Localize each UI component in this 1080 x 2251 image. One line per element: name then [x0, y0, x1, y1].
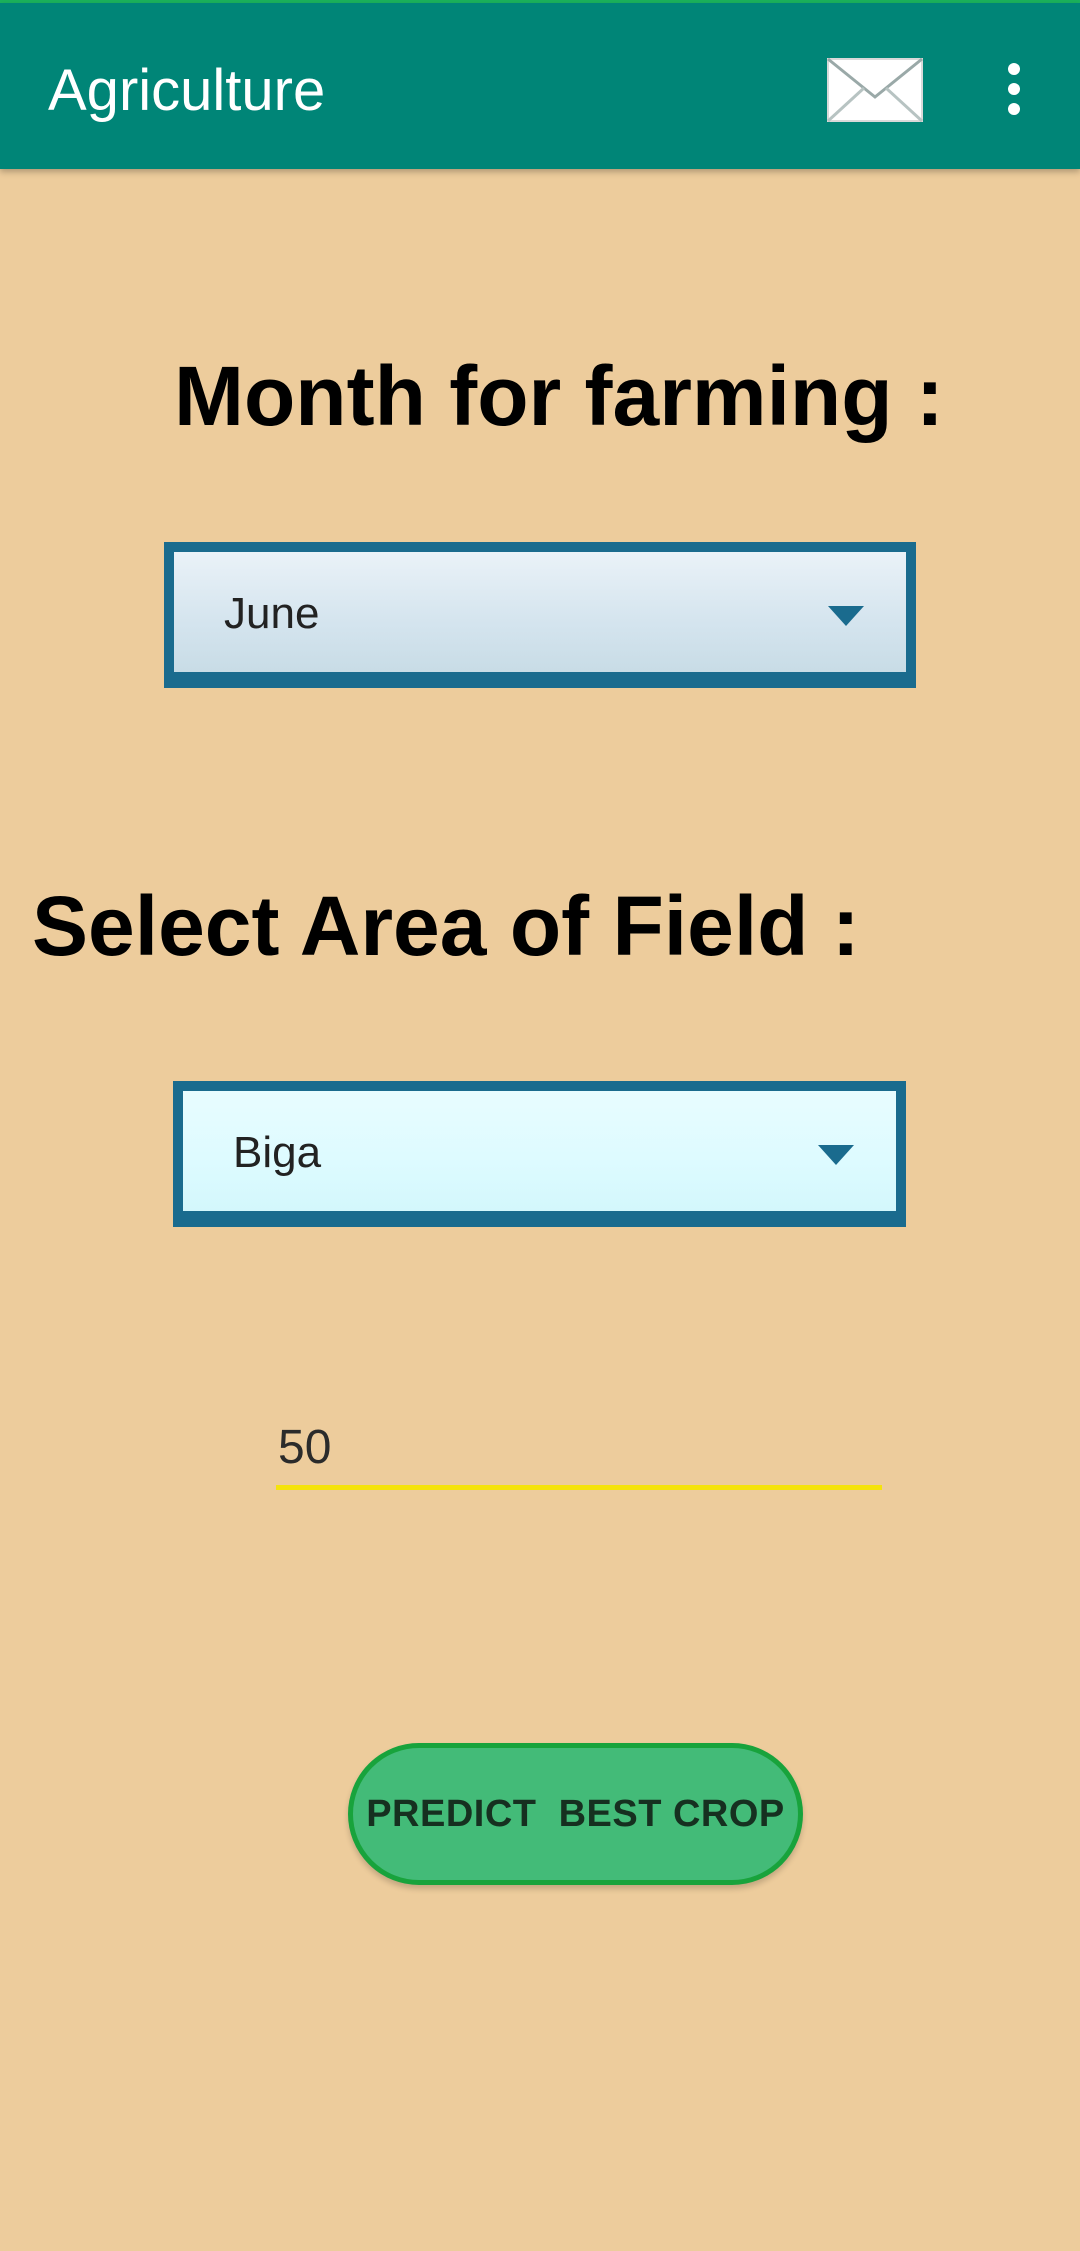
area-value-input[interactable]	[276, 1410, 882, 1490]
area-unit-dropdown-body: Biga	[183, 1091, 896, 1217]
area-unit-selected-value: Biga	[233, 1128, 322, 1177]
mail-envelope-icon[interactable]	[826, 57, 924, 123]
app-title: Agriculture	[48, 58, 326, 123]
dropdown-arrow-icon	[828, 606, 864, 626]
predict-best-crop-button[interactable]: PREDICT BEST CROP	[348, 1743, 803, 1885]
area-unit-dropdown[interactable]: Biga	[173, 1081, 906, 1227]
month-dropdown-body: June	[174, 552, 906, 678]
app-bar: Agriculture	[0, 3, 1080, 169]
month-dropdown[interactable]: June	[164, 542, 916, 688]
area-heading: Select Area of Field :	[32, 879, 860, 973]
screen: Agriculture Month for farming : June Sel…	[0, 0, 1080, 2251]
month-heading: Month for farming :	[174, 349, 944, 443]
more-vert-icon[interactable]	[996, 61, 1032, 117]
dropdown-arrow-icon	[818, 1145, 854, 1165]
month-selected-value: June	[224, 589, 320, 638]
